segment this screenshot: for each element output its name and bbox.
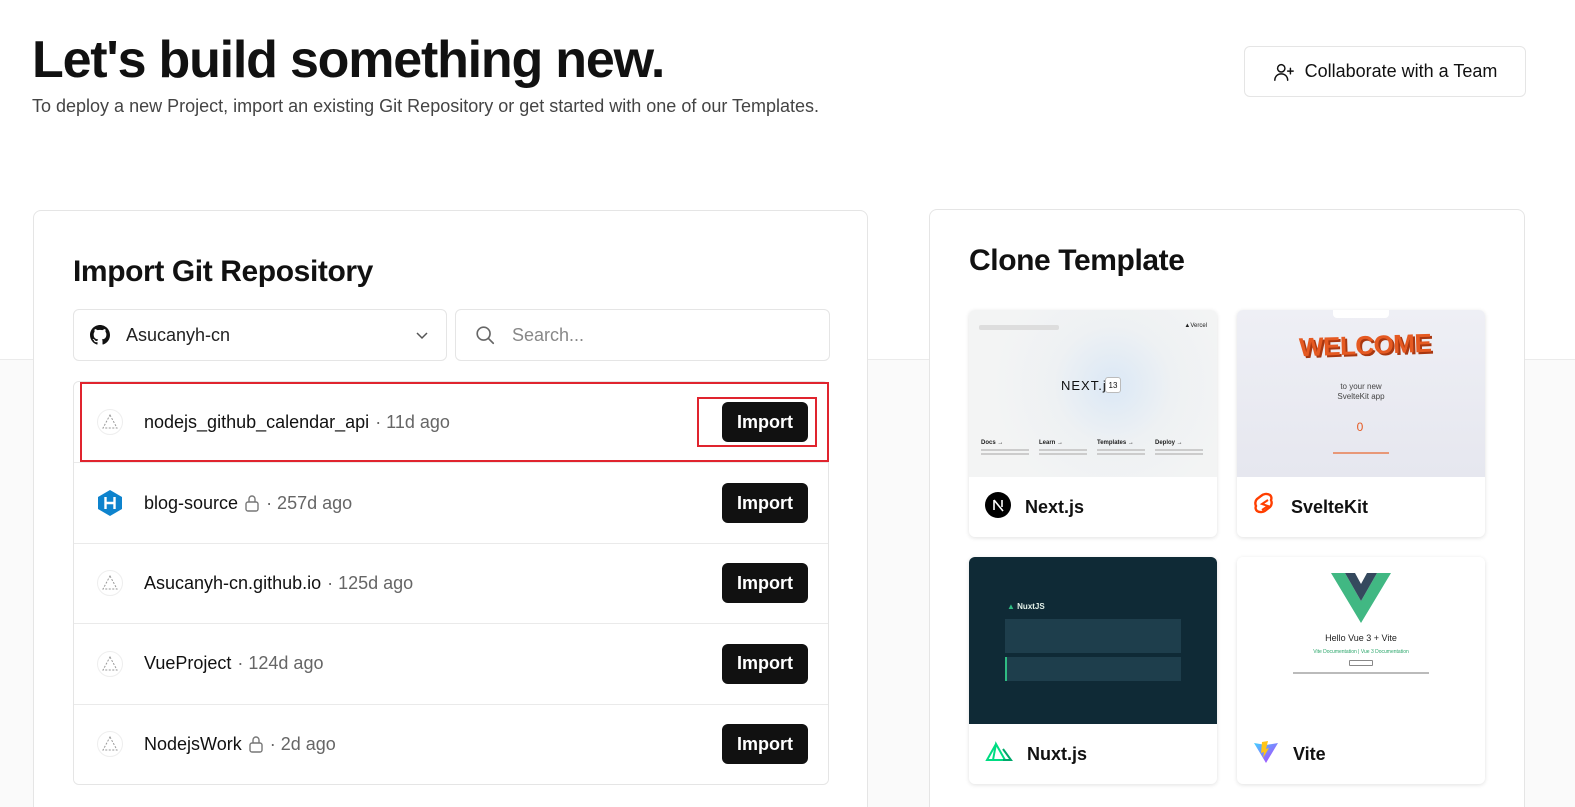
- page-title: Let's build something new.: [32, 31, 665, 89]
- sveltekit-preview-image: WELCOME to your new SvelteKit app 0: [1237, 310, 1485, 477]
- github-icon: [90, 325, 110, 345]
- template-vite[interactable]: Hello Vue 3 + Vite Vite Documentation | …: [1237, 557, 1485, 784]
- repo-row: nodejs_github_calendar_api · 11d ago Imp…: [74, 382, 828, 463]
- repo-updated-time: · 124d ago: [237, 653, 324, 674]
- repo-row: NodejsWork · 2d ago Import: [74, 703, 828, 784]
- hexo-h-icon: [96, 489, 124, 517]
- collaborate-team-button[interactable]: Collaborate with a Team: [1244, 46, 1526, 97]
- import-button[interactable]: Import: [722, 563, 808, 604]
- repo-search-input[interactable]: [512, 324, 811, 346]
- template-name: Vite: [1293, 743, 1326, 764]
- template-nuxtjs[interactable]: ▲ NuxtJS Nuxt.js: [969, 557, 1217, 784]
- import-button[interactable]: Import: [722, 402, 808, 443]
- template-sveltekit[interactable]: WELCOME to your new SvelteKit app 0 Svelt…: [1237, 310, 1485, 537]
- svelte-icon: [1253, 492, 1277, 523]
- page-subtitle: To deploy a new Project, import an exist…: [32, 96, 820, 116]
- lock-icon: [244, 494, 260, 512]
- repo-row: blog-source · 257d ago Import: [74, 462, 828, 543]
- template-name: Nuxt.js: [1027, 743, 1088, 764]
- clone-template-card: Clone Template ▲Vercel NEXT.js 13 Docs →…: [929, 209, 1525, 807]
- template-name: Next.js: [1025, 496, 1085, 517]
- git-account-name: Asucanyh-cn: [126, 324, 231, 345]
- nuxtjs-preview-image: ▲ NuxtJS: [969, 557, 1217, 724]
- repo-name: NodejsWork: [144, 733, 242, 754]
- repo-row: Asucanyh-cn.github.io · 125d ago Import: [74, 542, 828, 624]
- vercel-triangle-icon: [96, 650, 124, 678]
- repo-search-box[interactable]: [455, 309, 830, 361]
- vite-icon: [1253, 739, 1279, 770]
- template-name: SvelteKit: [1291, 496, 1369, 517]
- repo-name: VueProject: [144, 653, 232, 674]
- nextjs-icon: [985, 491, 1011, 523]
- repo-updated-time: · 125d ago: [327, 572, 414, 593]
- repo-updated-time: · 257d ago: [266, 492, 353, 513]
- repo-name: nodejs_github_calendar_api: [144, 411, 370, 432]
- git-account-selector[interactable]: Asucanyh-cn: [73, 309, 447, 361]
- template-nextjs[interactable]: ▲Vercel NEXT.js 13 Docs → Learn → Templa…: [969, 310, 1217, 537]
- repository-list: nodejs_github_calendar_api · 11d ago Imp…: [73, 381, 829, 785]
- import-section-title: Import Git Repository: [73, 255, 373, 288]
- template-section-title: Clone Template: [969, 244, 1185, 277]
- vite-preview-image: Hello Vue 3 + Vite Vite Documentation | …: [1237, 557, 1485, 724]
- lock-icon: [248, 735, 264, 753]
- nuxt-icon: [985, 740, 1013, 768]
- vercel-triangle-icon: [96, 569, 124, 597]
- repo-name: blog-source: [144, 492, 239, 513]
- nextjs-preview-image: ▲Vercel NEXT.js 13 Docs → Learn → Templa…: [969, 310, 1217, 477]
- add-user-icon: [1273, 63, 1294, 81]
- chevron-down-icon: [416, 332, 428, 340]
- vercel-triangle-icon: [96, 730, 124, 758]
- repo-row: VueProject · 124d ago Import: [74, 623, 828, 704]
- search-icon: [476, 326, 495, 345]
- import-repository-card: Import Git Repository Asucanyh-cn nodejs…: [33, 210, 868, 807]
- import-button[interactable]: Import: [722, 483, 808, 524]
- repo-updated-time: · 2d ago: [269, 733, 336, 754]
- import-button[interactable]: Import: [722, 643, 808, 684]
- vercel-triangle-icon: [96, 408, 124, 436]
- repo-name: Asucanyh-cn.github.io: [144, 572, 322, 593]
- import-button[interactable]: Import: [722, 724, 808, 765]
- repo-updated-time: · 11d ago: [375, 411, 450, 432]
- collaborate-team-label: Collaborate with a Team: [1304, 61, 1498, 81]
